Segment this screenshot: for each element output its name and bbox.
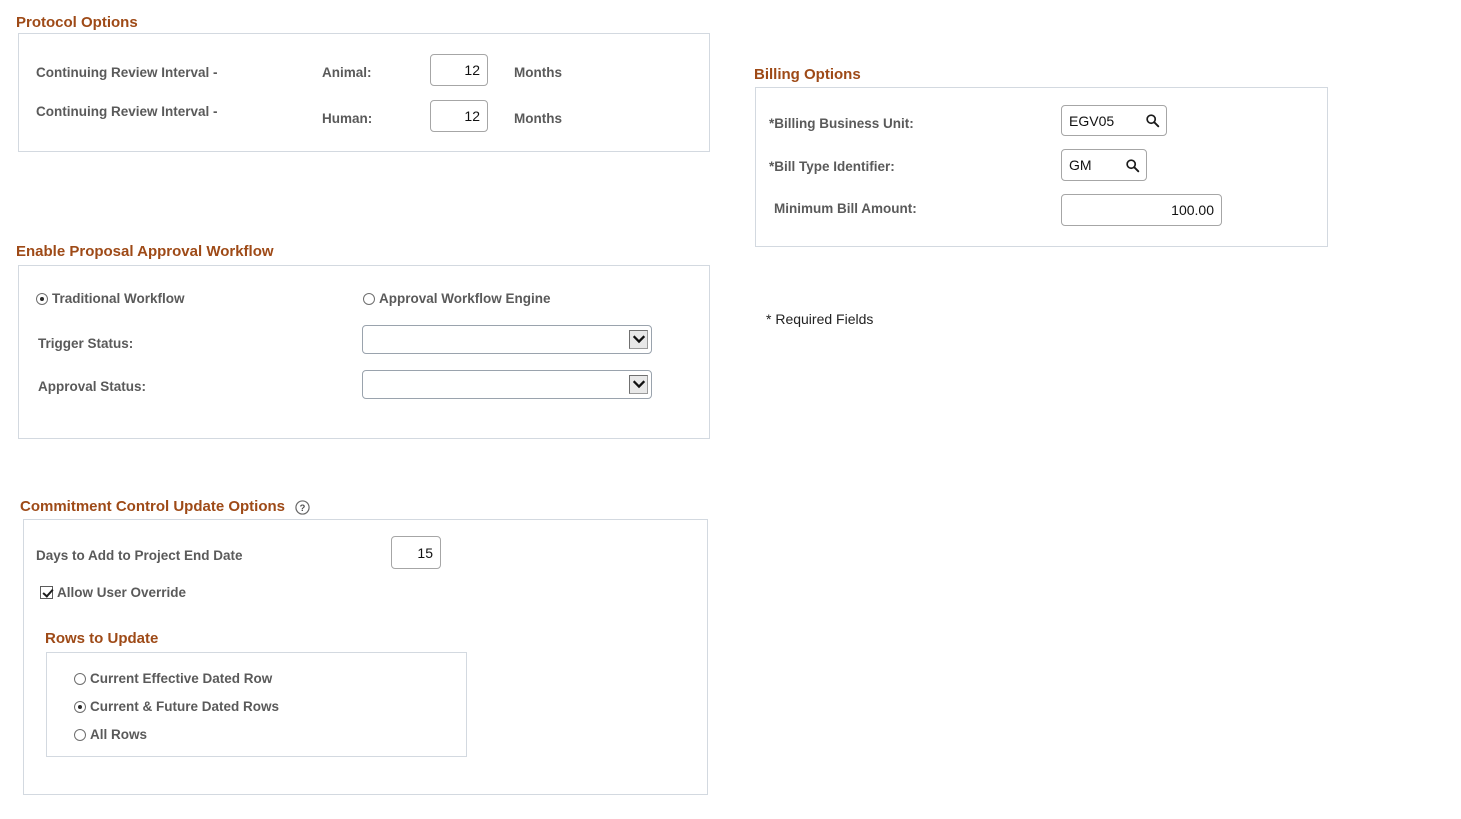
- radio-current-effective-dated-row-label: Current Effective Dated Row: [90, 671, 272, 686]
- radio-all-rows-label: All Rows: [90, 727, 147, 742]
- commitment-control-title-wrap: Commitment Control Update Options ?: [20, 498, 310, 515]
- continuing-review-interval-animal-input[interactable]: [430, 54, 488, 86]
- radio-all-rows-indicator[interactable]: [74, 729, 86, 741]
- radio-current-effective-dated-row-indicator[interactable]: [74, 673, 86, 685]
- human-months-unit-label: Months: [514, 111, 562, 126]
- continuing-review-interval-human-input[interactable]: [430, 100, 488, 132]
- animal-months-unit-label: Months: [514, 65, 562, 80]
- radio-traditional-workflow-indicator[interactable]: [36, 293, 48, 305]
- allow-user-override-label: Allow User Override: [57, 585, 186, 600]
- radio-approval-workflow-engine-indicator[interactable]: [363, 293, 375, 305]
- required-fields-note: * Required Fields: [766, 311, 873, 327]
- billing-business-unit-field[interactable]: EGV05: [1061, 105, 1167, 136]
- search-icon[interactable]: [1137, 113, 1160, 128]
- approval-workflow-title: Enable Proposal Approval Workflow: [16, 243, 274, 260]
- radio-all-rows[interactable]: All Rows: [74, 727, 147, 742]
- bill-type-identifier-label: *Bill Type Identifier:: [769, 159, 895, 174]
- approval-status-label: Approval Status:: [38, 379, 146, 394]
- radio-approval-workflow-engine-label: Approval Workflow Engine: [379, 291, 551, 306]
- billing-options-title: Billing Options: [754, 66, 861, 83]
- trigger-status-label: Trigger Status:: [38, 336, 133, 351]
- bill-type-identifier-value: GM: [1069, 157, 1092, 173]
- protocol-options-panel: [18, 33, 710, 152]
- days-to-add-input[interactable]: [391, 536, 441, 569]
- chevron-down-icon[interactable]: [629, 330, 648, 349]
- billing-business-unit-label: *Billing Business Unit:: [769, 116, 914, 131]
- radio-current-future-dated-rows-label: Current & Future Dated Rows: [90, 699, 279, 714]
- commitment-control-title: Commitment Control Update Options: [20, 498, 285, 515]
- minimum-bill-amount-label: Minimum Bill Amount:: [774, 201, 917, 216]
- protocol-options-title: Protocol Options: [16, 14, 138, 31]
- svg-text:?: ?: [300, 502, 306, 512]
- days-to-add-label: Days to Add to Project End Date: [36, 548, 243, 563]
- radio-current-effective-dated-row[interactable]: Current Effective Dated Row: [74, 671, 272, 686]
- animal-field-label: Animal:: [322, 65, 372, 80]
- radio-approval-workflow-engine[interactable]: Approval Workflow Engine: [363, 291, 551, 306]
- approval-status-dropdown[interactable]: [362, 370, 652, 399]
- allow-user-override-indicator[interactable]: [40, 586, 53, 599]
- radio-traditional-workflow-label: Traditional Workflow: [52, 291, 185, 306]
- continuing-review-interval-animal-label: Continuing Review Interval -: [36, 65, 218, 80]
- radio-traditional-workflow[interactable]: Traditional Workflow: [36, 291, 185, 306]
- help-circle-icon[interactable]: ?: [295, 500, 310, 515]
- bill-type-identifier-field[interactable]: GM: [1061, 149, 1147, 181]
- radio-current-future-dated-rows-indicator[interactable]: [74, 701, 86, 713]
- trigger-status-dropdown[interactable]: [362, 325, 652, 354]
- chevron-down-icon[interactable]: [629, 375, 648, 394]
- continuing-review-interval-human-label: Continuing Review Interval -: [36, 104, 218, 119]
- allow-user-override-checkbox[interactable]: Allow User Override: [40, 585, 186, 600]
- human-field-label: Human:: [322, 111, 372, 126]
- search-icon[interactable]: [1117, 158, 1140, 173]
- rows-to-update-title: Rows to Update: [45, 630, 158, 647]
- minimum-bill-amount-input[interactable]: [1061, 194, 1222, 226]
- billing-business-unit-value: EGV05: [1069, 113, 1114, 129]
- radio-current-future-dated-rows[interactable]: Current & Future Dated Rows: [74, 699, 279, 714]
